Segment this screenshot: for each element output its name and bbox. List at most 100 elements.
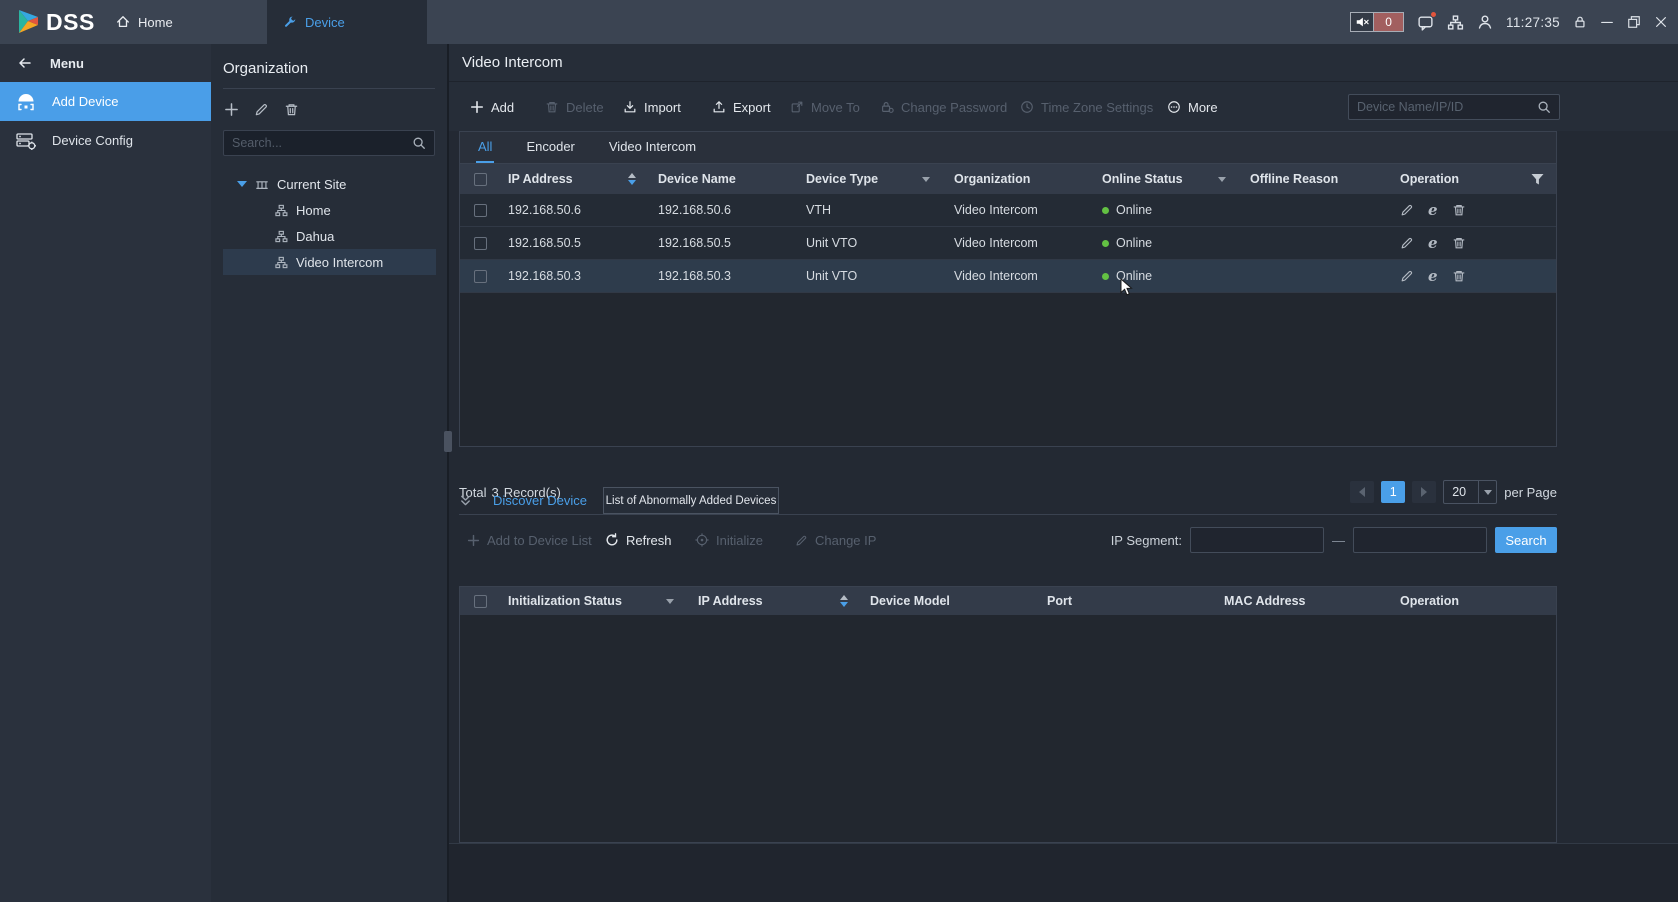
tree-node-current-site[interactable]: Current Site [211, 171, 447, 197]
edit-org-button[interactable] [254, 102, 269, 117]
next-arrow-icon [1421, 487, 1427, 497]
tree-node-home[interactable]: Home [223, 197, 436, 223]
add-to-device-list-button[interactable]: Add to Device List [467, 527, 592, 553]
table-row[interactable]: 192.168.50.5 192.168.50.5 Unit VTO Video… [460, 227, 1556, 260]
organization-title: Organization [211, 44, 447, 88]
prev-page-button[interactable] [1350, 481, 1374, 503]
add-button[interactable]: Add [470, 82, 514, 132]
ip-segment-search-button[interactable]: Search [1495, 527, 1557, 553]
ip-segment-end-input[interactable] [1353, 527, 1487, 553]
plus-icon [467, 534, 480, 547]
select-all-checkbox[interactable] [474, 173, 487, 186]
web-login-button[interactable]: e [1428, 203, 1438, 218]
page-size-dropdown[interactable]: 20 [1443, 480, 1497, 504]
app-logo: DSS [13, 7, 95, 37]
back-arrow-icon[interactable] [17, 55, 33, 71]
filter-dropdown-icon[interactable] [666, 599, 674, 604]
device-search-box [1348, 94, 1560, 120]
device-toolbar: Add Delete Import Export Move To Change … [449, 81, 1678, 131]
trash-icon [1452, 269, 1466, 283]
table-row[interactable]: 192.168.50.3 192.168.50.3 Unit VTO Video… [460, 260, 1556, 293]
collapse-panel-button[interactable] [459, 487, 477, 514]
close-button[interactable] [1654, 15, 1668, 29]
change-ip-button[interactable]: Change IP [795, 527, 876, 553]
organization-panel: Organization Current Site Home [211, 44, 449, 902]
current-page-button[interactable]: 1 [1381, 481, 1405, 503]
edit-device-button[interactable] [1400, 269, 1414, 283]
prev-arrow-icon [1359, 487, 1365, 497]
next-page-button[interactable] [1412, 481, 1436, 503]
pencil-icon [254, 102, 269, 117]
row-checkbox[interactable] [474, 204, 487, 217]
sort-icon[interactable] [628, 173, 636, 185]
expand-arrow-icon[interactable] [237, 181, 247, 187]
tab-home[interactable]: Home [100, 0, 189, 44]
filter-dropdown-icon[interactable] [1218, 177, 1226, 182]
change-password-button-label: Change Password [901, 100, 1007, 115]
more-button[interactable]: More [1167, 82, 1218, 132]
tab-abnormal-devices[interactable]: List of Abnormally Added Devices [603, 487, 779, 514]
web-login-button[interactable]: e [1428, 236, 1438, 251]
export-button[interactable]: Export [712, 82, 771, 132]
tab-all[interactable]: All [476, 132, 494, 163]
user-icon[interactable] [1477, 14, 1493, 30]
delete-device-button[interactable] [1452, 236, 1466, 250]
discover-tabs: Discover Device List of Abnormally Added… [459, 487, 779, 514]
web-login-button[interactable]: e [1428, 269, 1438, 284]
tree-node-dahua[interactable]: Dahua [223, 223, 436, 249]
delete-device-button[interactable] [1452, 269, 1466, 283]
sidebar-item-add-device[interactable]: Add Device [0, 82, 211, 121]
filter-dropdown-icon[interactable] [922, 177, 930, 182]
restore-window-button[interactable] [1627, 15, 1641, 29]
search-icon[interactable] [1537, 100, 1551, 114]
sort-icon[interactable] [840, 595, 848, 607]
chevron-down-icon [1478, 481, 1496, 503]
refresh-button[interactable]: Refresh [605, 527, 672, 553]
panel-splitter-handle[interactable] [444, 431, 452, 452]
import-button[interactable]: Import [623, 82, 681, 132]
initialize-button[interactable]: Initialize [695, 527, 763, 553]
page-header: Video Intercom [449, 44, 1678, 81]
tree-node-label: Home [296, 203, 331, 218]
alarm-count-badge: 0 [1374, 12, 1404, 32]
delete-button[interactable]: Delete [545, 82, 604, 132]
delete-button-label: Delete [566, 100, 604, 115]
select-all-checkbox[interactable] [474, 595, 487, 608]
search-icon[interactable] [412, 136, 426, 150]
tab-video-intercom[interactable]: Video Intercom [607, 132, 698, 163]
menu-label: Menu [50, 56, 84, 71]
sidebar-item-device-config[interactable]: Device Config [0, 121, 211, 160]
change-password-button[interactable]: Change Password [880, 82, 1007, 132]
table-row[interactable]: 192.168.50.6 192.168.50.6 VTH Video Inte… [460, 194, 1556, 227]
add-org-button[interactable] [224, 102, 239, 117]
ip-segment-start-input[interactable] [1190, 527, 1324, 553]
pencil-icon [795, 534, 808, 547]
organization-search-input[interactable] [232, 136, 406, 150]
trash-icon [284, 102, 299, 117]
time-zone-settings-button[interactable]: Time Zone Settings [1020, 82, 1153, 132]
mouse-cursor [1120, 278, 1133, 297]
move-to-button[interactable]: Move To [790, 82, 860, 132]
tab-discover-device[interactable]: Discover Device [477, 487, 603, 514]
col-operation: Operation [1400, 594, 1459, 608]
tab-device-label: Device [305, 15, 345, 30]
col-mac-address: MAC Address [1224, 594, 1306, 608]
row-checkbox[interactable] [474, 270, 487, 283]
tab-device[interactable]: Device [267, 0, 427, 44]
tree-node-label: Dahua [296, 229, 334, 244]
lock-icon[interactable] [1573, 15, 1587, 29]
tree-node-video-intercom[interactable]: Video Intercom [223, 249, 436, 275]
plus-icon [470, 100, 484, 114]
alarm-mute-control[interactable]: 0 [1350, 12, 1404, 32]
edit-device-button[interactable] [1400, 203, 1414, 217]
tab-encoder[interactable]: Encoder [524, 132, 576, 163]
row-checkbox[interactable] [474, 237, 487, 250]
minimize-button[interactable] [1600, 15, 1614, 29]
device-search-input[interactable] [1357, 100, 1531, 114]
filter-funnel-icon[interactable] [1531, 173, 1544, 186]
delete-device-button[interactable] [1452, 203, 1466, 217]
edit-device-button[interactable] [1400, 236, 1414, 250]
sitemap-icon[interactable] [1447, 14, 1464, 31]
delete-org-button[interactable] [284, 102, 299, 117]
message-button[interactable] [1417, 14, 1434, 31]
